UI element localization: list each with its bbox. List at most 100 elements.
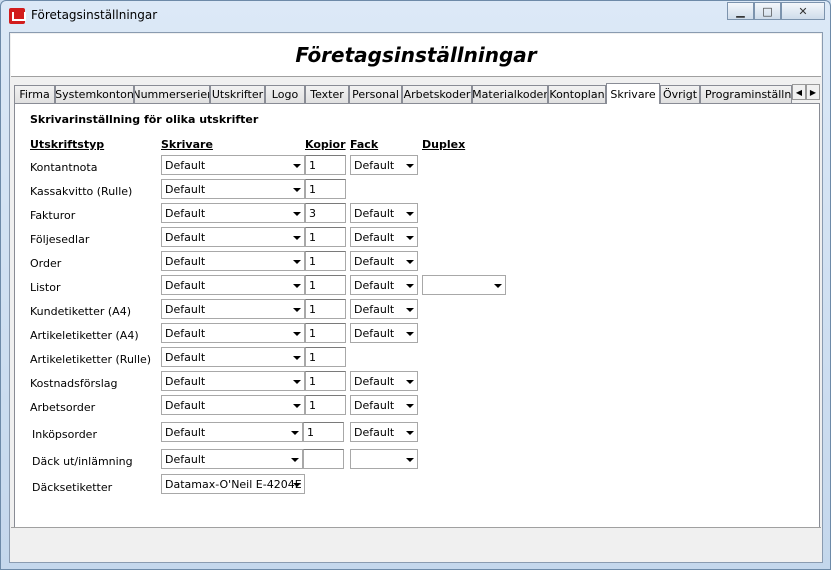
printer-select[interactable]: Default — [161, 179, 305, 199]
row-label: Order — [30, 257, 62, 270]
tab-materialkoder[interactable]: Materialkoder — [472, 85, 548, 103]
copies-input[interactable]: 1 — [305, 275, 346, 295]
tab-nummerserier[interactable]: Nummerserier — [134, 85, 210, 103]
tray-select[interactable]: Default — [350, 275, 418, 295]
column-header-copies: Kopior — [305, 138, 346, 151]
tab-personal[interactable]: Personal — [349, 85, 402, 103]
row-label: Däck ut/inlämning — [32, 455, 133, 468]
chevron-down-icon — [406, 380, 414, 384]
tab-scroll-left-button[interactable]: ◀ — [792, 84, 806, 100]
tab-ovrigt[interactable]: Övrigt — [660, 85, 700, 103]
copies-input[interactable]: 1 — [303, 422, 344, 442]
tab-skrivare[interactable]: Skrivare — [606, 83, 660, 104]
printer-select[interactable]: Default — [161, 155, 305, 175]
chevron-down-icon — [406, 284, 414, 288]
chevron-down-icon — [293, 308, 301, 312]
row-label: Däcksetiketter — [32, 481, 113, 494]
chevron-down-icon — [293, 380, 301, 384]
printer-select-value: Default — [165, 453, 206, 466]
copies-input[interactable]: 1 — [305, 155, 346, 175]
printer-select[interactable]: Default — [161, 299, 305, 319]
copies-input[interactable] — [303, 449, 344, 469]
row-label: Artikeletiketter (Rulle) — [30, 353, 152, 366]
chevron-down-icon — [406, 236, 414, 240]
copies-input[interactable]: 1 — [305, 395, 346, 415]
tab-programinstallning[interactable]: Programinställning — [700, 85, 792, 103]
tab-logo[interactable]: Logo — [265, 85, 305, 103]
chevron-down-icon — [291, 431, 299, 435]
page-header: Företagsinställningar — [11, 34, 821, 77]
printer-select[interactable]: Default — [161, 323, 305, 343]
column-header-printer: Skrivare — [161, 138, 213, 151]
chevron-down-icon — [293, 356, 301, 360]
chevron-down-icon — [406, 308, 414, 312]
tray-select[interactable]: Default — [350, 299, 418, 319]
printer-select-value: Default — [165, 327, 206, 340]
printer-select[interactable]: Default — [161, 347, 305, 367]
title-bar[interactable]: Företagsinställningar ▁ □ ✕ — [1, 1, 830, 31]
tab-kontoplan[interactable]: Kontoplan — [548, 85, 606, 103]
chevron-down-icon — [291, 458, 299, 462]
printer-select[interactable]: Default — [161, 371, 305, 391]
row-label: Följesedlar — [30, 233, 90, 246]
chevron-down-icon — [293, 188, 301, 192]
tray-select[interactable] — [350, 449, 418, 469]
tray-select-value: Default — [354, 159, 395, 172]
tray-select[interactable]: Default — [350, 323, 418, 343]
tab-arbetskoder[interactable]: Arbetskoder — [402, 85, 472, 103]
tray-select[interactable]: Default — [350, 227, 418, 247]
copies-input[interactable]: 1 — [305, 251, 346, 271]
copies-input[interactable]: 1 — [305, 179, 346, 199]
chevron-down-icon — [293, 404, 301, 408]
tab-utskrifter[interactable]: Utskrifter — [210, 85, 265, 103]
printer-select[interactable]: Datamax-O'Neil E-4204E — [161, 474, 305, 494]
row-label: Arbetsorder — [30, 401, 96, 414]
printer-select-value: Default — [165, 351, 206, 364]
printer-settings-panel: Skrivarinställning för olika utskrifter … — [14, 103, 820, 546]
row-label: Kostnadsförslag — [30, 377, 118, 390]
printer-select[interactable]: Default — [161, 227, 305, 247]
row-label: Kassakvitto (Rulle) — [30, 185, 133, 198]
tray-select[interactable]: Default — [350, 422, 418, 442]
tab-firma[interactable]: Firma — [14, 85, 55, 103]
row-label: Listor — [30, 281, 61, 294]
printer-select[interactable]: Default — [161, 251, 305, 271]
app-logo-icon — [9, 8, 26, 24]
tray-select[interactable]: Default — [350, 395, 418, 415]
copies-input[interactable]: 1 — [305, 227, 346, 247]
printer-select[interactable]: Default — [161, 422, 303, 442]
column-header-duplex: Duplex — [422, 138, 466, 151]
tray-select[interactable]: Default — [350, 203, 418, 223]
copies-input[interactable]: 3 — [305, 203, 346, 223]
minimize-button[interactable]: ▁ — [727, 2, 754, 20]
tab-scroll-right-button[interactable]: ▶ — [806, 84, 820, 100]
duplex-select[interactable] — [422, 275, 506, 295]
maximize-icon: □ — [762, 4, 773, 18]
printer-select[interactable]: Default — [161, 275, 305, 295]
close-button[interactable]: ✕ — [781, 2, 825, 20]
chevron-down-icon — [293, 332, 301, 336]
minimize-icon: ▁ — [736, 4, 745, 18]
chevron-down-icon — [406, 212, 414, 216]
chevron-down-icon — [406, 332, 414, 336]
tray-select-value: Default — [354, 399, 395, 412]
maximize-button[interactable]: □ — [754, 2, 781, 20]
copies-input[interactable]: 1 — [305, 347, 346, 367]
printer-select-value: Default — [165, 231, 206, 244]
copies-input[interactable]: 1 — [305, 323, 346, 343]
row-label: Artikeletiketter (A4) — [30, 329, 139, 342]
section-title: Skrivarinställning för olika utskrifter — [30, 113, 259, 126]
printer-select[interactable]: Default — [161, 395, 305, 415]
tab-texter[interactable]: Texter — [305, 85, 349, 103]
printer-select[interactable]: Default — [161, 203, 305, 223]
tray-select[interactable]: Default — [350, 155, 418, 175]
copies-input[interactable]: 1 — [305, 299, 346, 319]
close-icon: ✕ — [798, 4, 808, 18]
copies-input[interactable]: 1 — [305, 371, 346, 391]
printer-select-value: Default — [165, 255, 206, 268]
tray-select[interactable]: Default — [350, 251, 418, 271]
tab-systemkonton[interactable]: Systemkonton — [55, 85, 134, 103]
app-window: Företagsinställningar ▁ □ ✕ Företagsinst… — [0, 0, 831, 570]
printer-select[interactable]: Default — [161, 449, 303, 469]
tray-select[interactable]: Default — [350, 371, 418, 391]
